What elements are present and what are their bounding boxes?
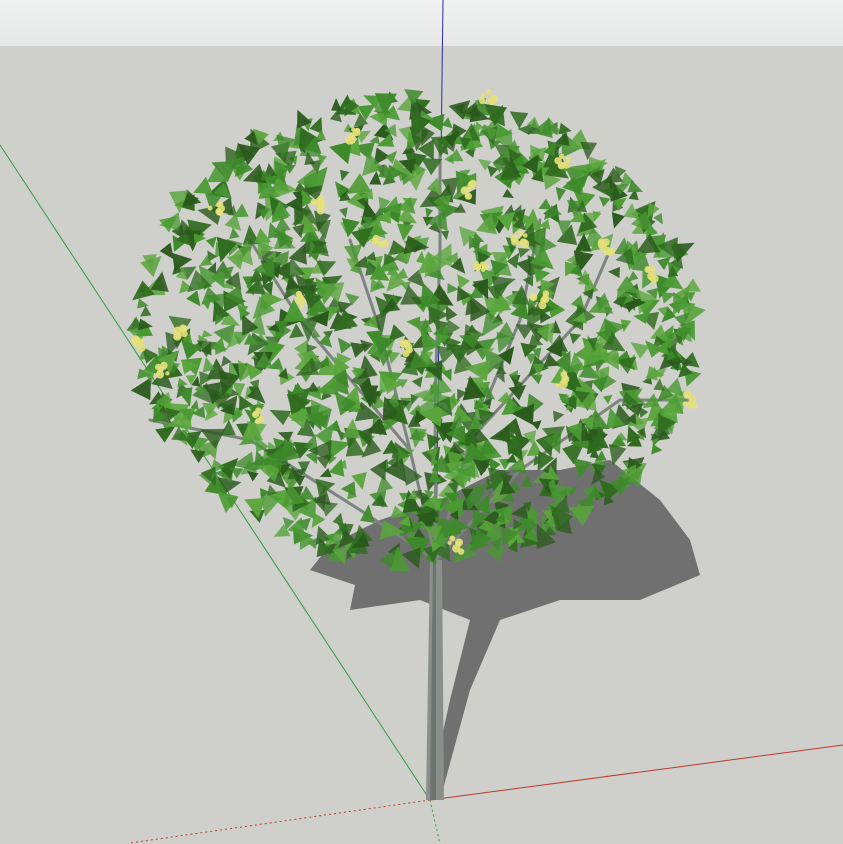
flower	[598, 238, 605, 246]
green-axis-negative	[429, 799, 441, 844]
flower	[565, 156, 571, 162]
flower	[376, 240, 382, 246]
flower	[217, 201, 224, 208]
flower	[480, 93, 486, 98]
flower	[352, 128, 361, 137]
flower	[316, 199, 325, 208]
flower	[158, 366, 163, 371]
flower	[252, 410, 260, 419]
flower	[457, 548, 465, 555]
leaf	[516, 258, 532, 277]
leaf	[607, 266, 621, 279]
leaf	[457, 274, 470, 290]
flower	[165, 371, 170, 376]
flower	[692, 403, 698, 409]
flower	[207, 205, 213, 211]
flower	[258, 416, 263, 421]
flower	[649, 265, 656, 272]
flower	[455, 540, 461, 546]
flower	[449, 535, 456, 542]
flower	[481, 263, 489, 271]
flower	[447, 540, 452, 546]
flower	[215, 207, 223, 216]
flower	[297, 293, 303, 300]
flower	[649, 274, 659, 283]
flower	[406, 347, 413, 354]
flower	[133, 338, 143, 348]
flower	[381, 239, 389, 247]
flower	[156, 369, 162, 374]
leaf	[569, 333, 582, 345]
flower	[520, 239, 530, 249]
leaf	[205, 236, 217, 249]
leaf	[411, 376, 423, 388]
leaf	[273, 524, 291, 537]
flower	[683, 390, 692, 399]
flower	[510, 234, 519, 243]
sketchup-viewport[interactable]	[0, 0, 843, 844]
leaf	[425, 207, 433, 219]
red-axis-negative	[129, 799, 431, 844]
flower	[464, 192, 472, 200]
flower	[555, 383, 560, 388]
leaf	[603, 395, 613, 405]
leaf	[339, 169, 350, 182]
leaf	[177, 377, 188, 388]
red-axis	[429, 744, 843, 801]
leaf	[684, 278, 702, 292]
leaf	[588, 292, 614, 314]
leaf	[653, 212, 663, 225]
flower	[469, 179, 477, 188]
leaf	[337, 337, 353, 354]
flower	[557, 161, 566, 170]
flower	[682, 401, 688, 407]
3d-scene[interactable]	[0, 0, 843, 844]
leaf	[552, 410, 565, 423]
flower	[517, 230, 524, 237]
leaf	[140, 305, 152, 317]
flower	[487, 96, 497, 106]
leaf	[328, 458, 345, 477]
flower	[523, 233, 528, 238]
flower	[541, 295, 550, 303]
leaf	[339, 207, 348, 219]
flower	[402, 339, 411, 348]
flower	[299, 303, 305, 309]
flower	[479, 97, 486, 105]
leaf	[598, 196, 611, 207]
leaf	[369, 459, 387, 481]
flower	[181, 330, 188, 338]
flower	[474, 263, 482, 271]
flower	[486, 89, 492, 95]
flower	[563, 376, 568, 381]
leaf	[447, 283, 459, 294]
leaf	[502, 188, 514, 199]
leaf	[140, 255, 162, 278]
leaf	[530, 374, 543, 385]
flower	[559, 379, 568, 389]
leaf	[306, 381, 320, 392]
flower	[529, 293, 538, 301]
